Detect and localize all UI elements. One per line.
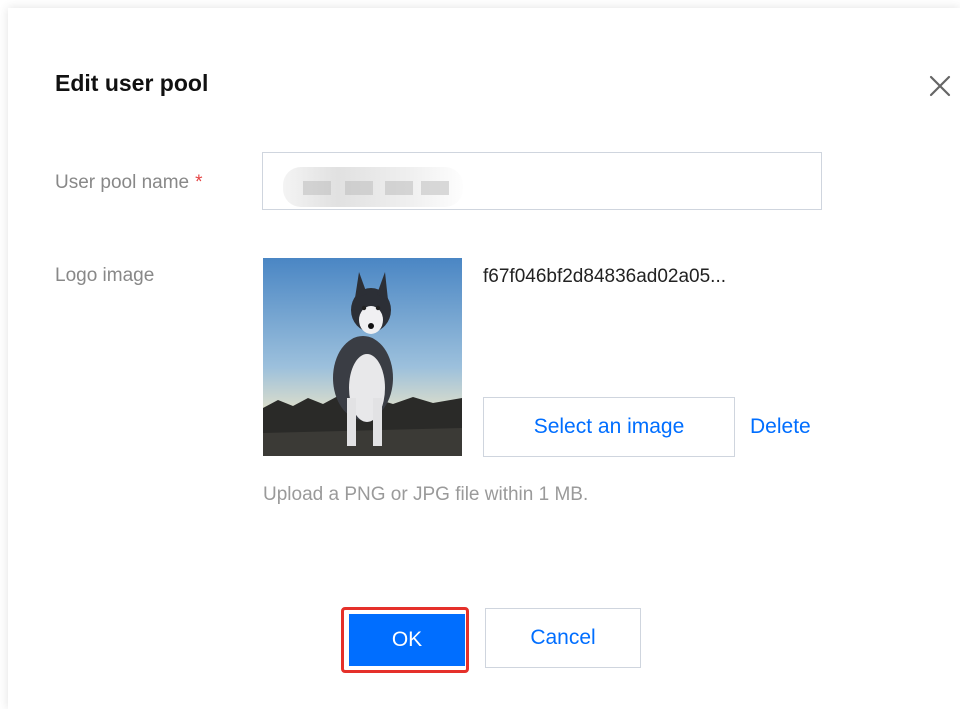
close-icon[interactable] (928, 74, 952, 98)
logo-image-label: Logo image (55, 265, 155, 286)
logo-thumbnail-image (263, 258, 462, 456)
ok-button[interactable]: OK (349, 614, 465, 666)
select-image-button[interactable]: Select an image (483, 397, 735, 457)
logo-filename: f67f046bf2d84836ad02a05... (483, 266, 727, 287)
pool-name-input[interactable] (262, 152, 822, 210)
required-mark: * (195, 172, 203, 193)
cancel-button[interactable]: Cancel (485, 608, 641, 668)
upload-hint: Upload a PNG or JPG file within 1 MB. (263, 484, 589, 505)
dialog-title: Edit user pool (55, 70, 209, 96)
pool-name-label: User pool name * (55, 172, 203, 194)
edit-user-pool-dialog: Edit user pool User pool name * Logo imag… (8, 8, 960, 709)
delete-image-link[interactable]: Delete (750, 415, 811, 439)
redacted-name-blur (283, 167, 463, 207)
pool-name-label-text: User pool name (55, 172, 190, 193)
